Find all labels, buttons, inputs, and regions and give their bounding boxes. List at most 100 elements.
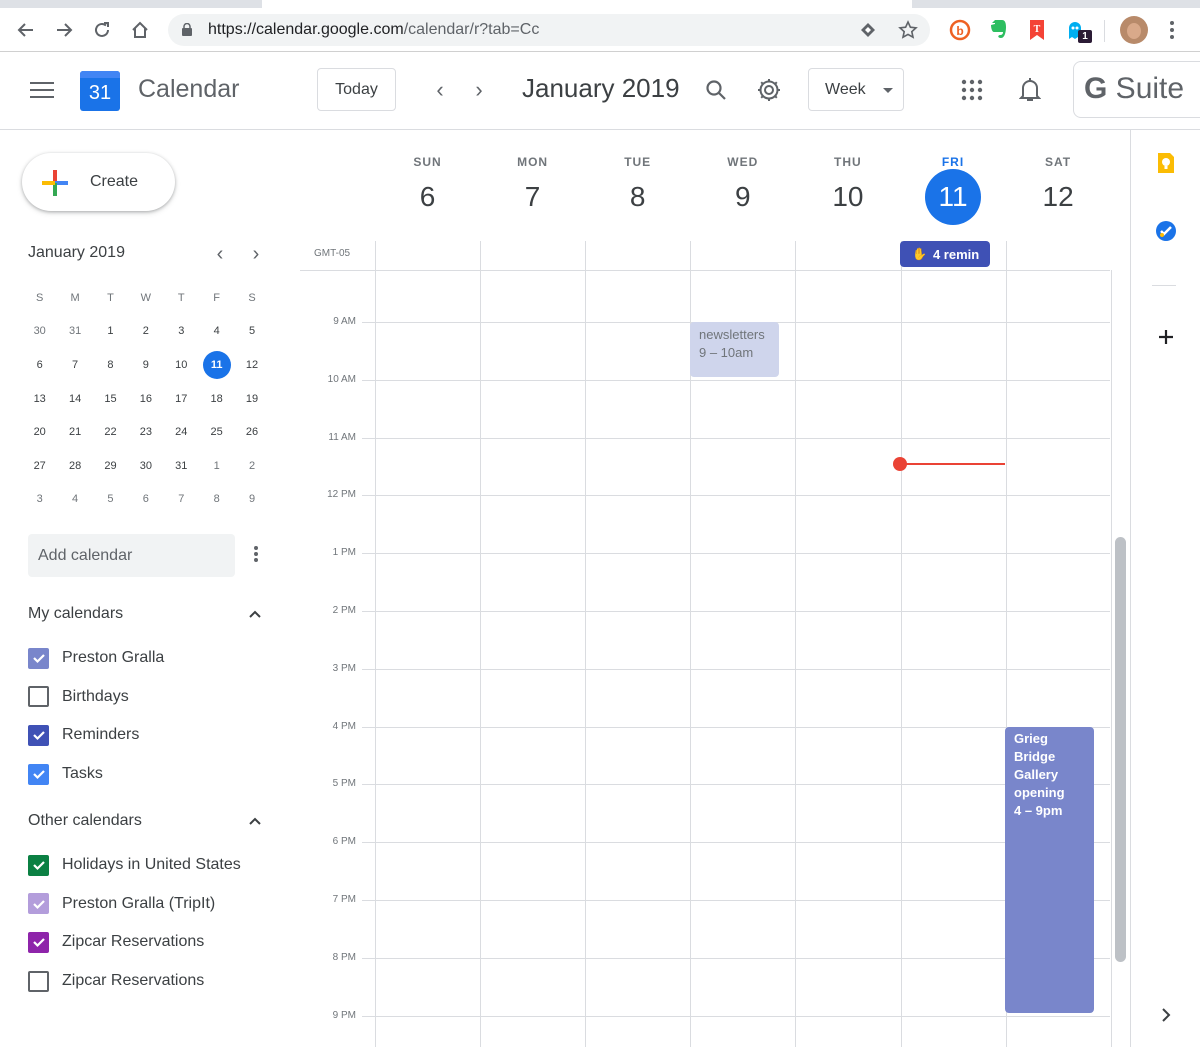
settings-gear-icon[interactable] — [756, 77, 782, 108]
grid-scrollbar[interactable] — [1115, 537, 1126, 962]
event-newsletters[interactable]: newsletters 9 – 10am — [690, 322, 779, 377]
calendar-item[interactable]: Reminders — [28, 723, 139, 747]
checkbox-unchecked[interactable] — [28, 686, 49, 708]
nytimes-icon[interactable]: T — [1025, 18, 1049, 42]
mini-calendar-day[interactable]: 4 — [57, 485, 92, 513]
mini-calendar-day[interactable]: 5 — [93, 485, 128, 513]
home-icon[interactable] — [126, 16, 154, 44]
day-header-fri[interactable]: FRI 11 — [901, 155, 1006, 225]
browser-active-tab[interactable] — [262, 0, 912, 8]
day-header-tue[interactable]: TUE 8 — [585, 155, 690, 213]
day-number[interactable]: 12 — [1006, 181, 1111, 213]
event-grieg-bridge-gallery-opening[interactable]: Grieg Bridge Gallery opening 4 – 9pm — [1005, 727, 1094, 1013]
mini-calendar-day[interactable]: 14 — [57, 385, 92, 413]
mini-calendar-day[interactable]: 8 — [93, 351, 128, 379]
mini-calendar-day[interactable]: 8 — [199, 485, 234, 513]
mini-calendar-day[interactable]: 2 — [234, 452, 269, 480]
mini-calendar-day[interactable]: 24 — [164, 418, 199, 446]
forward-arrow-icon[interactable] — [50, 16, 78, 44]
keep-lightbulb-icon[interactable] — [1155, 152, 1177, 174]
mini-calendar-day[interactable]: 1 — [199, 452, 234, 480]
mini-calendar-day[interactable]: 13 — [22, 385, 57, 413]
calendar-item[interactable]: Preston Gralla — [28, 646, 164, 670]
mini-calendar-day[interactable]: 17 — [164, 385, 199, 413]
mini-calendar-day[interactable]: 3 — [22, 485, 57, 513]
day-header-mon[interactable]: MON 7 — [480, 155, 585, 213]
calendar-item[interactable]: Holidays in United States — [28, 853, 241, 877]
next-week-chevron-icon[interactable]: › — [467, 77, 491, 102]
previous-week-chevron-icon[interactable]: ‹ — [428, 77, 452, 102]
main-menu-icon[interactable] — [30, 82, 54, 100]
day-header-thu[interactable]: THU 10 — [795, 155, 900, 213]
mini-calendar-next-chevron-icon[interactable]: › — [244, 242, 268, 266]
url-text[interactable]: https://calendar.google.com/calendar/r?t… — [208, 21, 539, 39]
calendar-logo[interactable]: 31 — [80, 71, 120, 111]
reload-icon[interactable] — [88, 16, 116, 44]
mini-calendar-day[interactable]: 3 — [164, 317, 199, 345]
day-header-wed[interactable]: WED 9 — [690, 155, 795, 213]
checkbox-checked[interactable] — [28, 854, 49, 876]
mini-calendar-day[interactable]: 10 — [164, 351, 199, 379]
expand-panel-chevron-icon[interactable] — [1155, 1004, 1177, 1026]
mini-calendar-day[interactable]: 30 — [128, 452, 163, 480]
day-header-sat[interactable]: SAT 12 — [1006, 155, 1111, 213]
my-calendars-heading[interactable]: My calendars — [28, 605, 123, 623]
mini-calendar-prev-chevron-icon[interactable]: ‹ — [208, 242, 232, 266]
mini-calendar-day[interactable]: 9 — [128, 351, 163, 379]
evernote-icon[interactable] — [986, 18, 1010, 42]
checkbox-checked[interactable] — [28, 724, 49, 746]
mini-calendar-day[interactable]: 26 — [234, 418, 269, 446]
mini-calendar-day[interactable]: 18 — [199, 385, 234, 413]
checkbox-unchecked[interactable] — [28, 970, 49, 992]
mini-calendar-day[interactable]: 25 — [199, 418, 234, 446]
other-calendars-heading[interactable]: Other calendars — [28, 812, 142, 830]
mini-calendar-day[interactable]: 27 — [22, 452, 57, 480]
gsuite-logo[interactable]: G Suite — [1073, 61, 1200, 118]
create-button[interactable]: Create — [22, 153, 175, 211]
mini-calendar-day-today[interactable]: 11 — [199, 350, 234, 379]
day-number[interactable]: 9 — [690, 181, 795, 213]
tasks-check-icon[interactable] — [1155, 220, 1177, 242]
day-number[interactable]: 11 — [901, 169, 1006, 225]
add-calendar-field[interactable] — [28, 534, 235, 577]
view-selector-dropdown[interactable]: Week — [808, 68, 904, 111]
mini-calendar-day[interactable]: 5 — [234, 317, 269, 345]
calendar-item[interactable]: Birthdays — [28, 685, 129, 709]
day-header-sun[interactable]: SUN 6 — [375, 155, 480, 213]
mini-calendar-day[interactable]: 19 — [234, 385, 269, 413]
ghostery-icon[interactable]: 1 — [1064, 18, 1092, 43]
mini-calendar-day[interactable]: 23 — [128, 418, 163, 446]
mini-calendar-day[interactable]: 22 — [93, 418, 128, 446]
mini-calendar-day[interactable]: 6 — [128, 485, 163, 513]
mini-calendar-day[interactable]: 31 — [164, 452, 199, 480]
mini-calendar-day[interactable]: 9 — [234, 485, 269, 513]
mini-calendar-day[interactable]: 15 — [93, 385, 128, 413]
calendar-item[interactable]: Preston Gralla (TripIt) — [28, 892, 215, 916]
bookmark-star-icon[interactable] — [898, 20, 918, 45]
app-title[interactable]: Calendar — [138, 75, 239, 104]
other-calendars-collapse-chevron-icon[interactable] — [248, 814, 262, 828]
day-number[interactable]: 10 — [795, 181, 900, 213]
mini-calendar-day[interactable]: 7 — [57, 351, 92, 379]
mini-calendar-day[interactable]: 20 — [22, 418, 57, 446]
mini-calendar-day[interactable]: 28 — [57, 452, 92, 480]
add-calendar-input[interactable] — [28, 534, 235, 577]
mini-calendar-day[interactable]: 7 — [164, 485, 199, 513]
mini-calendar-day[interactable]: 1 — [93, 317, 128, 345]
mini-calendar-day[interactable]: 30 — [22, 317, 57, 345]
bitly-icon[interactable]: b — [948, 18, 972, 42]
day-number[interactable]: 6 — [375, 181, 480, 213]
mini-calendar-day[interactable]: 16 — [128, 385, 163, 413]
browser-menu-icon[interactable] — [1160, 18, 1184, 42]
mini-calendar-day[interactable]: 29 — [93, 452, 128, 480]
apps-grid-icon[interactable] — [961, 79, 983, 106]
mini-calendar-day[interactable]: 21 — [57, 418, 92, 446]
calendar-item[interactable]: Zipcar Reservations — [28, 930, 204, 954]
today-button[interactable]: Today — [317, 68, 396, 111]
mini-calendar-day[interactable]: 12 — [234, 351, 269, 379]
reminders-chip[interactable]: ✋ 4 remin — [900, 241, 990, 267]
address-bar[interactable]: https://calendar.google.com/calendar/r?t… — [168, 14, 930, 46]
add-calendar-more-icon[interactable] — [250, 544, 262, 566]
day-number[interactable]: 7 — [480, 181, 585, 213]
add-addon-plus-icon[interactable] — [1155, 326, 1177, 348]
